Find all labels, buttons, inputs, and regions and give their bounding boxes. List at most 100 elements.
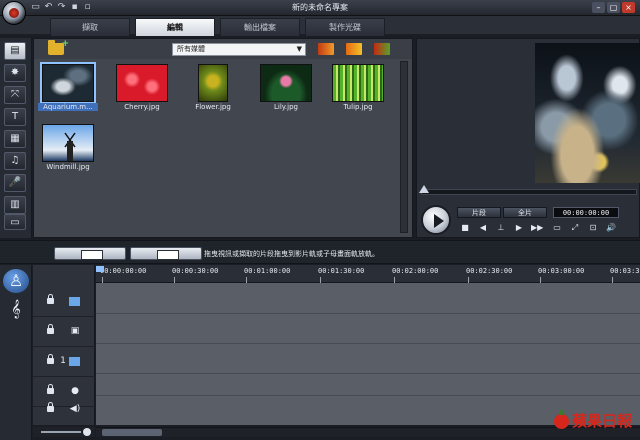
app-logo[interactable] xyxy=(2,1,26,25)
track-divider xyxy=(96,395,640,396)
lock-icon[interactable] xyxy=(47,402,54,412)
watermark-text: 蘋果日報 xyxy=(571,412,632,430)
storyboard-bar: 拖曳視訊或擷取的片段拖曳到影片軌或子母畫面軌放軌。 xyxy=(0,240,640,264)
filmstrip-icon[interactable]: ▥ xyxy=(4,196,26,214)
windmill-graphic xyxy=(64,132,76,161)
zoom-handle[interactable] xyxy=(83,428,91,436)
media-thumbnail[interactable] xyxy=(116,64,168,102)
stop-icon[interactable]: ■ xyxy=(459,223,471,233)
step-back-icon[interactable]: ◀ xyxy=(477,223,489,233)
ruler-label: 00:03:00:00 xyxy=(538,267,585,275)
lock-icon[interactable] xyxy=(47,384,54,394)
storyboard-view-button[interactable] xyxy=(54,247,126,260)
end-icon[interactable]: ▶▶ xyxy=(531,223,543,233)
library-scrollbar[interactable] xyxy=(400,61,408,233)
lock-icon[interactable] xyxy=(47,354,54,364)
zoom-slider[interactable] xyxy=(33,427,95,437)
media-clip-icon[interactable]: ▤ xyxy=(4,42,26,60)
tool-strip: ▤ ✸ ⤧ T ▦ ♫ 🎤 ▥ ▭ xyxy=(0,38,32,238)
tab-share[interactable]: 輸出檔案 xyxy=(220,18,300,36)
effect-icon[interactable]: ✸ xyxy=(4,64,26,82)
minimize-icon[interactable]: – xyxy=(592,2,605,13)
media-label: Tulip.jpg xyxy=(343,103,373,111)
media-thumbnail[interactable] xyxy=(198,64,228,102)
overlay-track-icon: ▣ xyxy=(70,326,80,336)
storyboard-icon[interactable]: ▭ xyxy=(4,214,26,230)
media-thumbnail[interactable] xyxy=(332,64,384,102)
volume-icon[interactable]: 🔊 xyxy=(605,223,617,233)
playhead[interactable] xyxy=(96,266,104,272)
watermark: 蘋果日報 xyxy=(552,410,636,432)
storyboard-hint: 拖曳視訊或擷取的片段拖曳到影片軌或子母畫面軌放軌。 xyxy=(204,250,379,258)
track-headers: ▣ 1 ● ◀) xyxy=(33,265,95,425)
media-label: Flower.jpg xyxy=(195,103,231,111)
apple-logo-icon xyxy=(553,410,569,429)
title-icon[interactable]: T xyxy=(4,108,26,126)
time-ruler[interactable]: 00:00:00:00 00:00:30:00 00:01:00:00 00:0… xyxy=(96,265,640,283)
lock-icon[interactable] xyxy=(47,324,54,334)
maximize-icon[interactable]: ▢ xyxy=(607,2,620,13)
snapshot-icon[interactable]: ⊡ xyxy=(587,223,599,233)
timeline-view-button[interactable] xyxy=(130,247,202,260)
media-filter-value: 所有媒體 xyxy=(177,45,205,53)
title-track-icon xyxy=(69,357,80,366)
track-divider xyxy=(96,373,640,374)
window-title: 新的未命名專案 xyxy=(292,3,348,12)
import-folder-icon[interactable] xyxy=(48,39,69,55)
music-icon[interactable]: ♫ xyxy=(4,152,26,170)
repeat-icon[interactable]: ▭ xyxy=(551,223,563,233)
save-icon[interactable]: ▪ xyxy=(69,2,80,13)
ruler-label: 00:00:30:00 xyxy=(172,267,219,275)
redo-icon[interactable]: ↷ xyxy=(56,2,67,13)
media-thumbnail[interactable] xyxy=(42,124,94,162)
clip-mode-button[interactable]: 片段 xyxy=(457,207,501,218)
close-icon[interactable]: × xyxy=(622,2,635,13)
step-forward-icon[interactable]: ▶ xyxy=(513,223,525,233)
track-number: 1 xyxy=(60,356,66,366)
lock-icon[interactable] xyxy=(47,294,54,304)
tab-edit[interactable]: 編輯 xyxy=(135,18,215,36)
folder-open-icon[interactable]: ▭ xyxy=(30,2,41,13)
media-thumbnail[interactable] xyxy=(40,62,96,104)
step-tabs: 擷取 編輯 輸出檔案 製作光碟 xyxy=(0,16,640,36)
track-header: 1 xyxy=(33,347,95,377)
new-file-icon[interactable]: ▫ xyxy=(82,2,93,13)
ruler-label: 00:02:30:00 xyxy=(466,267,513,275)
media-label: Cherry.jpg xyxy=(124,103,160,111)
timeline-mode-strip: ♙ 𝄞 xyxy=(0,265,32,440)
track-header: ◀) xyxy=(33,395,95,425)
media-filter-select[interactable]: 所有媒體 ▼ xyxy=(172,43,306,56)
transition-icon[interactable]: ⤧ xyxy=(4,86,26,104)
media-label: Aquarium.m... xyxy=(38,103,98,111)
timecode-display[interactable]: 00:00:00:00 xyxy=(553,207,619,218)
overlay-icon[interactable]: ▦ xyxy=(4,130,26,148)
preview-panel: 片段 全片 00:00:00:00 ■ ◀ ⊥ ▶ ▶▶ ▭ ⤢ ⊡ 🔊 xyxy=(416,38,640,238)
media-label: Lily.jpg xyxy=(274,103,298,111)
audio-mode-icon[interactable]: 𝄞 xyxy=(3,297,29,321)
media-thumbnail[interactable] xyxy=(260,64,312,102)
voice-icon[interactable]: 🎤 xyxy=(4,174,26,192)
timeline-mode-icon[interactable]: ♙ xyxy=(3,269,29,293)
timeline-tracks[interactable] xyxy=(96,283,640,425)
music-track-icon: ◀) xyxy=(69,404,81,414)
tab-capture[interactable]: 擷取 xyxy=(50,18,130,36)
track-divider xyxy=(96,313,640,314)
ruler-label: 00:02:00:00 xyxy=(392,267,439,275)
trim-icon[interactable]: ⊥ xyxy=(495,223,507,233)
tab-create-disc[interactable]: 製作光碟 xyxy=(305,18,385,36)
project-mode-button[interactable]: 全片 xyxy=(503,207,547,218)
media-library: 所有媒體 ▼ Aquarium.m... Cherry.jpg Flower.j… xyxy=(33,38,413,238)
media-label: Windmill.jpg xyxy=(46,163,90,171)
video-filter-icon[interactable] xyxy=(318,43,334,55)
track-divider xyxy=(96,343,640,344)
scrubber-handle[interactable] xyxy=(419,185,429,193)
fullscreen-icon[interactable]: ⤢ xyxy=(569,223,581,233)
library-toolbar: 所有媒體 ▼ xyxy=(34,39,412,59)
photo-filter-icon[interactable] xyxy=(346,43,362,55)
play-button[interactable] xyxy=(421,205,451,235)
preview-scrubber[interactable] xyxy=(421,189,637,195)
undo-icon[interactable]: ↶ xyxy=(43,2,54,13)
chevron-down-icon: ▼ xyxy=(296,45,302,53)
video-track-icon xyxy=(69,297,80,306)
audio-filter-icon[interactable] xyxy=(374,43,390,55)
